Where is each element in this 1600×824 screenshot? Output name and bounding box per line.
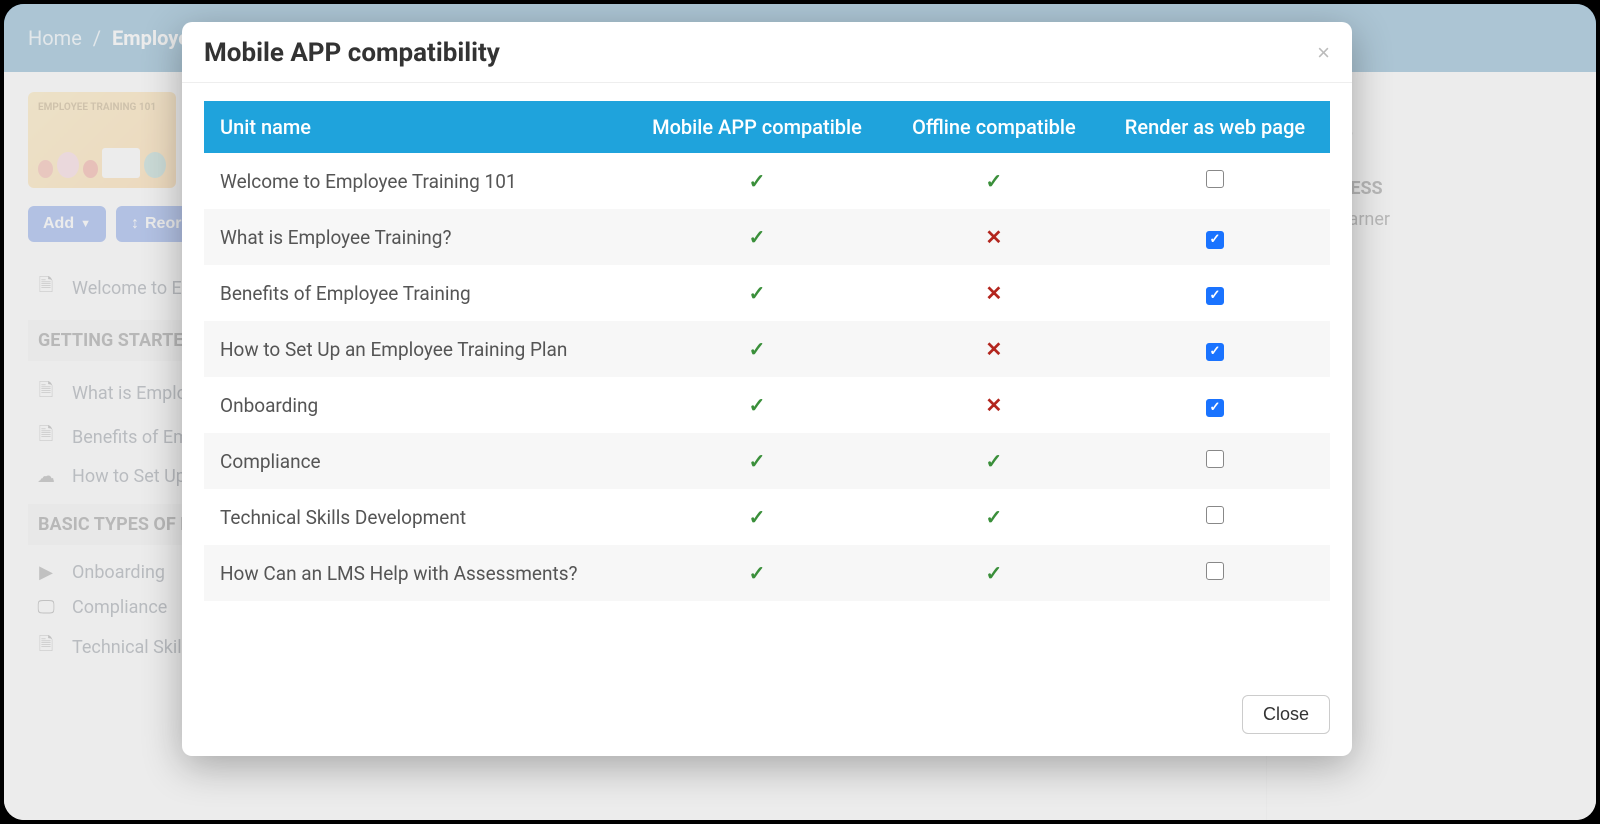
- table-header-row: Unit name Mobile APP compatible Offline …: [204, 101, 1330, 153]
- table-row: How to Set Up an Employee Training Plan ✓…: [204, 321, 1330, 377]
- cell-offline-compat: ✓: [888, 489, 1100, 545]
- check-icon: ✓: [749, 505, 766, 529]
- cell-mobile-compat: ✓: [626, 265, 888, 321]
- render-checkbox[interactable]: [1206, 506, 1224, 524]
- table-row: Benefits of Employee Training ✓ ✕: [204, 265, 1330, 321]
- check-icon: ✓: [749, 561, 766, 585]
- cell-mobile-compat: ✓: [626, 209, 888, 265]
- cell-unit-name: How Can an LMS Help with Assessments?: [204, 545, 626, 601]
- check-icon: ✓: [749, 281, 766, 305]
- modal-footer: Close: [182, 683, 1352, 756]
- cell-render-web: [1100, 321, 1330, 377]
- check-icon: ✓: [986, 169, 1003, 193]
- check-icon: ✓: [749, 225, 766, 249]
- cell-offline-compat: ✕: [888, 377, 1100, 433]
- cell-unit-name: Technical Skills Development: [204, 489, 626, 545]
- col-offline-compat: Offline compatible: [888, 101, 1100, 153]
- cross-icon: ✕: [986, 393, 1003, 417]
- cell-mobile-compat: ✓: [626, 545, 888, 601]
- check-icon: ✓: [986, 449, 1003, 473]
- compat-table: Unit name Mobile APP compatible Offline …: [204, 101, 1330, 601]
- check-icon: ✓: [749, 449, 766, 473]
- cell-mobile-compat: ✓: [626, 377, 888, 433]
- render-checkbox[interactable]: [1206, 562, 1224, 580]
- cell-render-web: [1100, 545, 1330, 601]
- cross-icon: ✕: [986, 225, 1003, 249]
- cell-offline-compat: ✕: [888, 321, 1100, 377]
- table-row: What is Employee Training? ✓ ✕: [204, 209, 1330, 265]
- cell-offline-compat: ✓: [888, 153, 1100, 209]
- cell-unit-name: How to Set Up an Employee Training Plan: [204, 321, 626, 377]
- cell-unit-name: Onboarding: [204, 377, 626, 433]
- render-checkbox[interactable]: [1206, 343, 1224, 361]
- cell-render-web: [1100, 209, 1330, 265]
- render-checkbox[interactable]: [1206, 231, 1224, 249]
- modal-header: Mobile APP compatibility ×: [182, 22, 1352, 83]
- cross-icon: ✕: [986, 281, 1003, 305]
- col-render-web: Render as web page: [1100, 101, 1330, 153]
- table-row: Compliance ✓ ✓: [204, 433, 1330, 489]
- cell-render-web: [1100, 433, 1330, 489]
- render-checkbox[interactable]: [1206, 399, 1224, 417]
- col-unit-name: Unit name: [204, 101, 626, 153]
- table-row: Welcome to Employee Training 101 ✓ ✓: [204, 153, 1330, 209]
- cell-offline-compat: ✕: [888, 265, 1100, 321]
- table-row: Onboarding ✓ ✕: [204, 377, 1330, 433]
- cell-unit-name: Benefits of Employee Training: [204, 265, 626, 321]
- cell-mobile-compat: ✓: [626, 433, 888, 489]
- check-icon: ✓: [749, 169, 766, 193]
- close-icon[interactable]: ×: [1317, 42, 1330, 64]
- check-icon: ✓: [986, 561, 1003, 585]
- cell-mobile-compat: ✓: [626, 153, 888, 209]
- modal-body[interactable]: Unit name Mobile APP compatible Offline …: [182, 83, 1352, 683]
- cross-icon: ✕: [986, 337, 1003, 361]
- cell-render-web: [1100, 489, 1330, 545]
- render-checkbox[interactable]: [1206, 287, 1224, 305]
- table-row: Technical Skills Development ✓ ✓: [204, 489, 1330, 545]
- cell-render-web: [1100, 153, 1330, 209]
- cell-unit-name: What is Employee Training?: [204, 209, 626, 265]
- check-icon: ✓: [749, 393, 766, 417]
- render-checkbox[interactable]: [1206, 450, 1224, 468]
- cell-mobile-compat: ✓: [626, 321, 888, 377]
- check-icon: ✓: [986, 505, 1003, 529]
- cell-offline-compat: ✕: [888, 209, 1100, 265]
- cell-render-web: [1100, 265, 1330, 321]
- cell-offline-compat: ✓: [888, 433, 1100, 489]
- col-mobile-compat: Mobile APP compatible: [626, 101, 888, 153]
- cell-offline-compat: ✓: [888, 545, 1100, 601]
- cell-render-web: [1100, 377, 1330, 433]
- modal-title: Mobile APP compatibility: [204, 38, 500, 68]
- table-row: How Can an LMS Help with Assessments? ✓ ✓: [204, 545, 1330, 601]
- mobile-compat-modal: Mobile APP compatibility × Unit name Mob…: [182, 22, 1352, 756]
- cell-unit-name: Welcome to Employee Training 101: [204, 153, 626, 209]
- render-checkbox[interactable]: [1206, 170, 1224, 188]
- cell-mobile-compat: ✓: [626, 489, 888, 545]
- cell-unit-name: Compliance: [204, 433, 626, 489]
- check-icon: ✓: [749, 337, 766, 361]
- close-button[interactable]: Close: [1242, 695, 1330, 734]
